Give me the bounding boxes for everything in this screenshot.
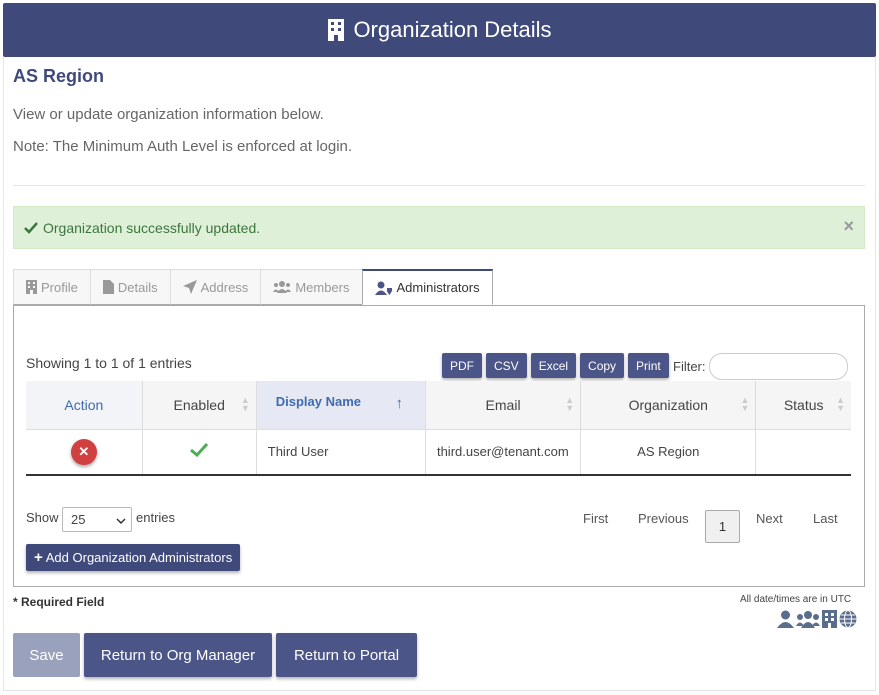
pager-last[interactable]: Last <box>813 511 838 526</box>
excel-button[interactable]: Excel <box>530 353 577 378</box>
auth-note: Note: The Minimum Auth Level is enforced… <box>13 138 353 155</box>
success-alert: Organization successfully updated. × <box>13 206 865 249</box>
tab-bar: Profile Details Address Members Administ… <box>13 269 493 306</box>
column-header-organization[interactable]: Organization ▲ ▼ <box>580 381 757 429</box>
display-name-cell: Third User <box>256 428 426 476</box>
column-header-enabled[interactable]: Enabled ▲ ▼ <box>142 381 257 429</box>
user-icon <box>777 610 794 633</box>
page-length-select[interactable]: 25 <box>62 507 132 532</box>
column-header-action[interactable]: Action <box>26 381 143 429</box>
tab-profile[interactable]: Profile <box>13 269 91 305</box>
csv-button[interactable]: CSV <box>486 353 527 378</box>
sort-icon: ▲ ▼ <box>740 395 750 413</box>
tab-members[interactable]: Members <box>260 269 363 305</box>
required-field-note: * Required Field <box>13 595 105 609</box>
tab-label: Profile <box>41 279 78 295</box>
pager-current-page[interactable]: 1 <box>705 510 740 543</box>
globe-icon <box>839 610 857 633</box>
org-name: AS Region <box>13 66 105 86</box>
chevron-down-icon <box>116 514 126 529</box>
user-shield-icon <box>374 281 393 295</box>
sort-icon: ▲ ▼ <box>240 395 250 413</box>
add-button-label: Add Organization Administrators <box>45 550 233 565</box>
print-button[interactable]: Print <box>628 353 669 378</box>
show-label: Show <box>26 510 59 525</box>
tab-label: Administrators <box>396 280 480 295</box>
alert-message: Organization successfully updated. <box>43 219 261 236</box>
sort-icon: ▲ ▼ <box>565 395 575 413</box>
page-length-value: 25 <box>71 512 86 527</box>
file-icon <box>102 280 114 294</box>
add-administrators-button[interactable]: + Add Organization Administrators <box>26 544 241 571</box>
building-icon <box>327 19 345 41</box>
utc-note: All date/times are in UTC <box>740 594 852 605</box>
column-header-display-name[interactable]: Display Name ↑ <box>256 381 426 429</box>
sort-asc-icon: ↑ <box>395 395 403 412</box>
check-icon <box>24 221 38 234</box>
users-icon <box>273 281 292 293</box>
page-header: Organization Details <box>3 3 876 57</box>
tab-label: Members <box>295 279 350 295</box>
export-buttons: PDF CSV Excel Copy Print <box>442 353 669 378</box>
pager-first[interactable]: First <box>583 511 608 526</box>
location-arrow-icon <box>182 280 197 294</box>
tab-address[interactable]: Address <box>169 269 262 305</box>
column-header-email[interactable]: Email ▲ ▼ <box>425 381 582 429</box>
pager-previous[interactable]: Previous <box>638 511 689 526</box>
tab-label: Address <box>200 279 249 295</box>
pdf-button[interactable]: PDF <box>442 353 482 378</box>
column-header-status[interactable]: Status ▲ ▼ <box>755 381 851 429</box>
close-icon[interactable]: × <box>843 216 854 237</box>
action-cell: ✕ <box>26 428 143 476</box>
save-button[interactable]: Save <box>13 633 80 677</box>
tab-label: Details <box>117 279 158 295</box>
building-icon <box>822 610 837 633</box>
administrators-table: Action Enabled ▲ ▼ Display Name ↑ Email ▲… <box>26 381 851 476</box>
building-icon <box>26 280 37 294</box>
sort-icon: ▲ ▼ <box>836 395 845 413</box>
org-description: View or update organization information … <box>13 106 324 123</box>
return-to-portal-button[interactable]: Return to Portal <box>276 633 417 677</box>
page-title: Organization Details <box>353 17 552 42</box>
check-icon <box>190 443 209 460</box>
delete-button[interactable]: ✕ <box>70 438 97 465</box>
enabled-cell <box>142 428 257 476</box>
copy-button[interactable]: Copy <box>580 353 625 378</box>
email-cell: third.user@tenant.com <box>425 428 582 476</box>
tab-details[interactable]: Details <box>89 269 171 305</box>
pager-next[interactable]: Next <box>756 511 783 526</box>
users-icon <box>796 610 820 633</box>
filter-label: Filter: <box>673 359 706 374</box>
filter-input[interactable] <box>709 353 848 380</box>
entries-label: entries <box>136 510 176 525</box>
status-cell <box>755 428 851 476</box>
legend-icons <box>777 610 857 633</box>
table-info: Showing 1 to 1 of 1 entries <box>26 355 192 371</box>
tab-administrators[interactable]: Administrators <box>361 269 493 305</box>
return-to-org-manager-button[interactable]: Return to Org Manager <box>84 633 272 677</box>
divider <box>13 185 865 186</box>
organization-cell: AS Region <box>580 428 757 476</box>
table-row: ✕ Third User third.user@tenant.com AS Re… <box>26 428 851 476</box>
plus-icon: + <box>34 549 43 566</box>
